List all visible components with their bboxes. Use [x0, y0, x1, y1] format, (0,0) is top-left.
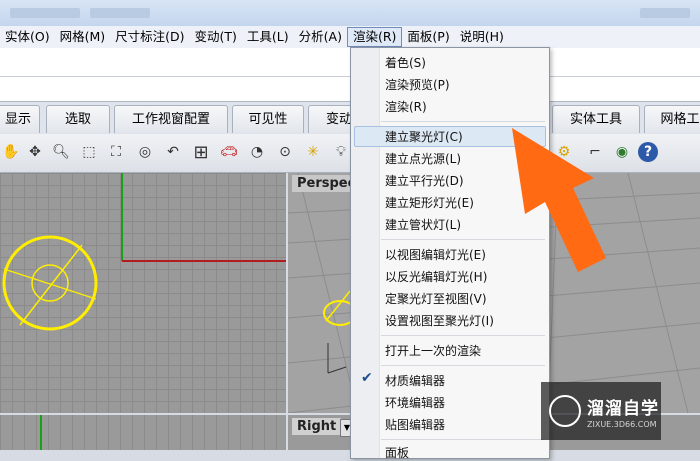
watermark-title: 溜溜自学 [587, 399, 659, 419]
watermark-logo-icon [549, 395, 581, 427]
pointer-arrow-icon [512, 128, 606, 272]
watermark-subtitle: ZIXUE.3D66.COM [587, 420, 657, 429]
watermark: 溜溜自学 ZIXUE.3D66.COM [541, 382, 661, 440]
